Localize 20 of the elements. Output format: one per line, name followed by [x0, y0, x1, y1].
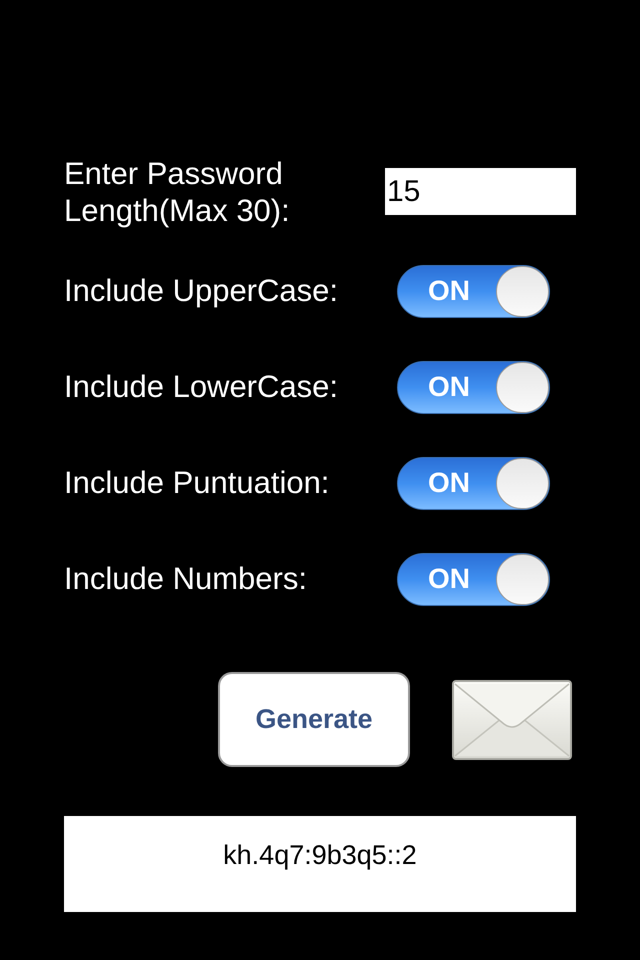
toggle-thumb[interactable] [496, 458, 549, 508]
toggle-switch[interactable]: ON [397, 264, 550, 318]
option-label: Include Puntuation: [64, 464, 330, 502]
toggle-switch[interactable]: ON [397, 456, 550, 510]
option-label: Include LowerCase: [64, 368, 339, 406]
toggle-text: ON [428, 562, 470, 596]
password-text: kh.4q7:9b3q5::2 [223, 839, 417, 872]
toggle-text: ON [428, 466, 470, 500]
toggle-switch[interactable]: ON [397, 552, 550, 606]
generate-button[interactable]: Generate [218, 672, 410, 767]
option-label: Include UpperCase: [64, 272, 339, 310]
length-input-field[interactable]: 15 [385, 168, 576, 215]
toggle-thumb[interactable] [496, 266, 549, 316]
toggle-thumb[interactable] [496, 362, 549, 412]
toggle-thumb[interactable] [496, 554, 549, 604]
toggle-text: ON [428, 370, 470, 404]
toggle-switch[interactable]: ON [397, 360, 550, 414]
option-label: Include Numbers: [64, 560, 308, 598]
toggle-text: ON [428, 274, 470, 308]
length-label: Enter Password Length(Max 30): [64, 155, 291, 229]
